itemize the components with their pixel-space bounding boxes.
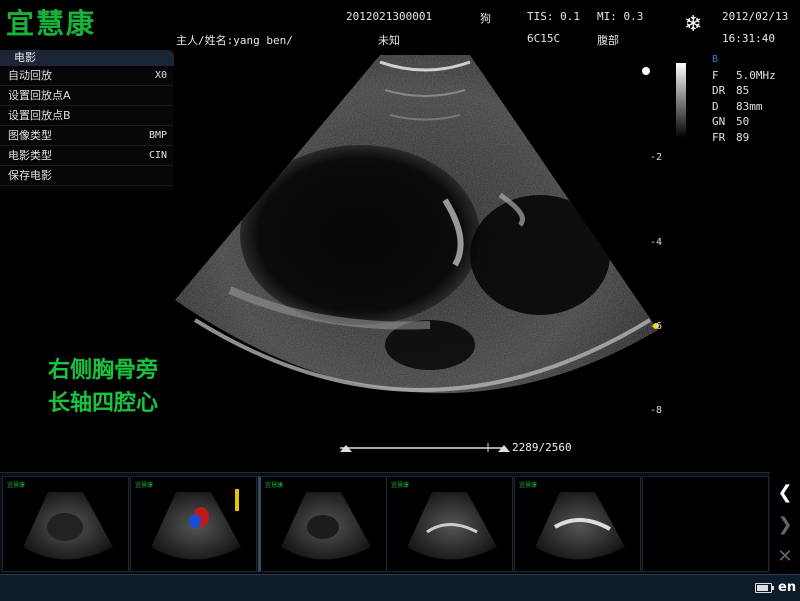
patient-id: 2012021300001 [346,10,433,23]
param-row: DR 85 [712,84,750,97]
imaging-parameters: B F 5.0MHz DR 85 D 83mm GN 50 FR 89 [712,52,798,145]
view-annotation: 右侧胸骨旁 长轴四腔心 [48,354,158,420]
language-indicator[interactable]: en [778,580,796,595]
menu-item-label: 图像类型 [8,129,52,142]
probe-label: 6C15C [527,32,561,45]
cine-menu: 电影 自动回放 X0 设置回放点A 设置回放点B 图像类型 BMP 电影类型 C… [0,50,174,190]
thumbnail[interactable]: 宜慧康 [130,476,257,572]
menu-item-label: 保存电影 [8,169,52,182]
param-row: F 5.0MHz [712,68,776,82]
menu-title: 电影 [0,50,174,66]
thumbnail[interactable] [642,476,769,572]
close-icon[interactable]: ✕ [774,546,796,568]
menu-item-auto-replay[interactable]: 自动回放 X0 [0,66,173,86]
exam-preset: 腹部 [597,34,619,47]
menu-item-save-cine[interactable]: 保存电影 [0,166,173,186]
brand-logo: 宜慧康 [6,7,97,40]
cine-frame-counter: 2289/2560 [512,441,572,454]
menu-item-value: X0 [154,70,167,81]
menu-item-value: BMP [148,130,167,141]
menu-item-label: 电影类型 [8,149,52,162]
param-row: GN 50 [712,115,750,128]
chevron-left-icon[interactable]: ❮ [774,482,796,504]
param-row: D 83mm [712,99,763,113]
thumbnail-strip: 宜慧康 宜慧康 宜慧康 宜慧康 宜慧康 [0,472,770,573]
thumbnail[interactable]: 宜慧康 [2,476,129,572]
menu-item-label: 自动回放 [8,69,52,82]
menu-item-set-point-b[interactable]: 设置回放点B [0,106,173,126]
annotation-line: 右侧胸骨旁 [48,358,159,383]
mode-label: B [712,54,719,65]
exam-date: 2012/02/13 [722,10,789,23]
menu-item-set-point-a[interactable]: 设置回放点A [0,86,173,106]
menu-item-label: 设置回放点A [8,89,71,102]
svg-text:宜慧康: 宜慧康 [7,481,25,489]
menu-item-value: CIN [148,150,167,161]
depth-tick: -8 [650,405,663,416]
svg-text:宜慧康: 宜慧康 [519,481,537,489]
svg-text:宜慧康: 宜慧康 [265,481,283,489]
depth-tick: -4 [650,237,663,248]
status-bar: en [0,574,800,601]
mi-value: MI: 0.3 [597,10,644,23]
depth-tick: -2 [650,152,663,163]
svg-text:宜慧康: 宜慧康 [391,481,409,489]
battery-icon [755,583,774,593]
thumbnail[interactable]: 宜慧康 [386,476,513,572]
tis-value: TIS: 0.1 [527,10,580,23]
species-label: 狗 [480,12,491,25]
depth-tick: -6 [650,321,663,332]
param-row: FR 89 [712,130,750,144]
chevron-right-icon[interactable]: ❯ [774,514,796,536]
thumbnail[interactable]: 宜慧康 [258,476,387,572]
snowflake-icon[interactable]: ❄ [684,14,702,36]
thumbnail[interactable]: 宜慧康 [514,476,641,572]
owner-name: 主人/姓名:yang ben/ [176,34,293,47]
exam-time: 16:31:40 [722,32,775,45]
menu-item-image-type[interactable]: 图像类型 BMP [0,126,173,146]
svg-text:宜慧康: 宜慧康 [135,481,153,489]
menu-item-label: 设置回放点B [8,109,71,122]
unknown-label: 未知 [378,34,400,47]
menu-item-cine-type[interactable]: 电影类型 CIN [0,146,173,166]
annotation-line: 长轴四腔心 [48,391,159,416]
